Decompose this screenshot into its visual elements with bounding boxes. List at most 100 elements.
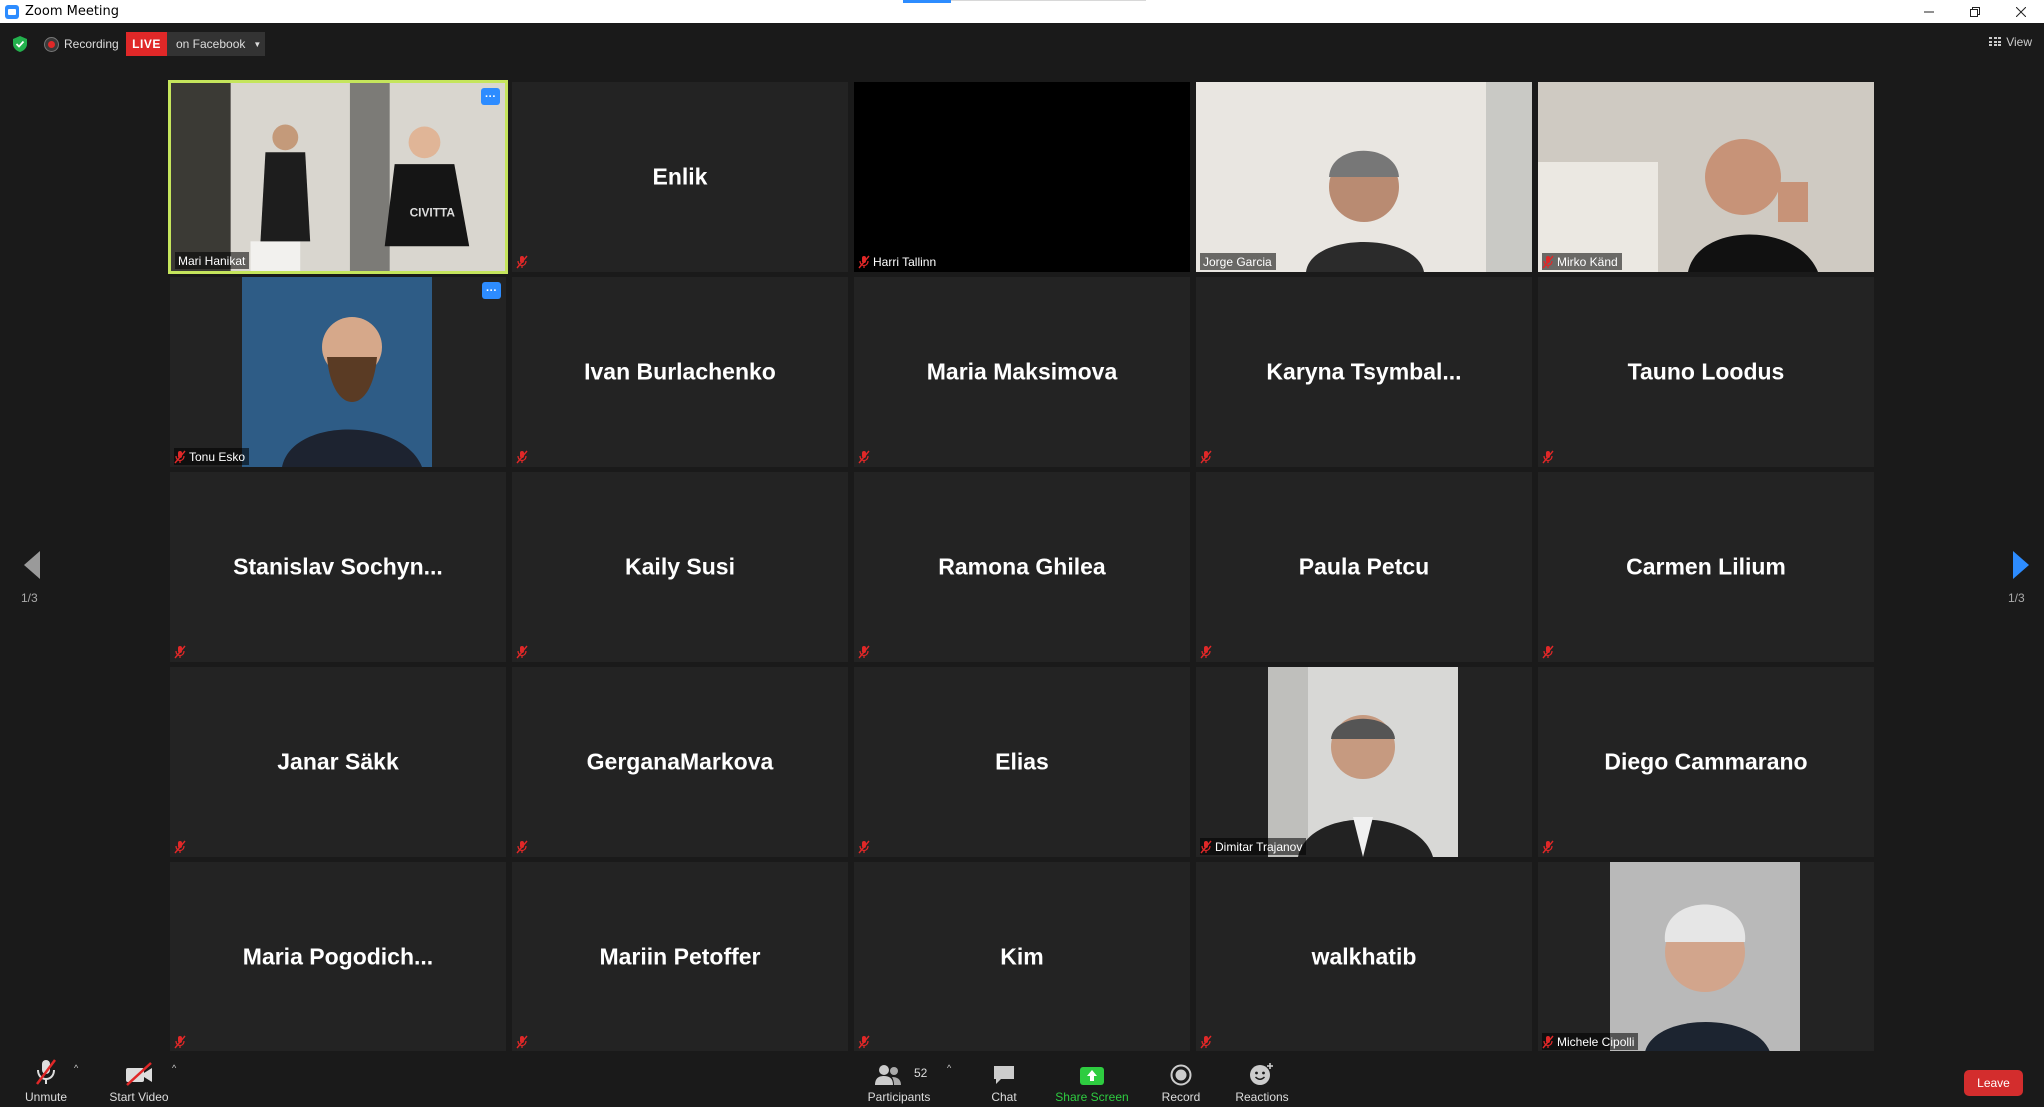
participant-tile[interactable]: Paula Petcu bbox=[1196, 472, 1532, 662]
participant-tile[interactable]: Dimitar Trajanov bbox=[1196, 667, 1532, 857]
participant-tile[interactable]: Kim bbox=[854, 862, 1190, 1052]
participant-tile[interactable]: Tonu Esko ··· bbox=[170, 277, 506, 467]
microphone-muted-icon bbox=[516, 645, 528, 658]
profile-photo bbox=[1268, 667, 1458, 857]
participant-label: Michele Cipolli bbox=[1542, 1033, 1639, 1050]
participant-name: Carmen Lilium bbox=[1626, 553, 1786, 580]
minimize-icon bbox=[1924, 11, 1934, 12]
next-page-arrow-icon[interactable] bbox=[2006, 549, 2036, 581]
participant-status bbox=[1200, 1033, 1216, 1050]
video-feed bbox=[1538, 82, 1874, 272]
participant-tile[interactable]: GerganaMarkova bbox=[512, 667, 848, 857]
participant-tile[interactable]: Enlik bbox=[512, 82, 848, 272]
participant-tile[interactable]: Tauno Loodus bbox=[1538, 277, 1874, 467]
chat-label: Chat bbox=[991, 1090, 1017, 1104]
minimize-button[interactable] bbox=[1906, 0, 1952, 23]
meeting-topbar: Recording LIVE on Facebook ▼ View bbox=[0, 23, 2044, 63]
meeting-toolbar: Unmute ^ Start Video ^ 52 Participants ^… bbox=[0, 1051, 2044, 1107]
chevron-down-icon: ▼ bbox=[253, 39, 262, 49]
close-icon bbox=[2016, 6, 2026, 17]
reactions-button[interactable]: Reactions bbox=[1234, 1051, 1290, 1107]
participant-label: Tonu Esko bbox=[174, 448, 250, 465]
participant-tile[interactable]: Michele Cipolli bbox=[1538, 862, 1874, 1052]
titlebar-divider bbox=[951, 0, 1146, 1]
video-options-caret-icon[interactable]: ^ bbox=[172, 1063, 176, 1073]
participant-tile[interactable]: Maria Pogodich... bbox=[170, 862, 506, 1052]
participant-tile[interactable]: Carmen Lilium bbox=[1538, 472, 1874, 662]
microphone-muted-icon bbox=[1200, 1035, 1212, 1048]
participant-tile[interactable]: Mariin Petoffer bbox=[512, 862, 848, 1052]
participant-name: Paula Petcu bbox=[1298, 553, 1430, 580]
microphone-muted-icon bbox=[174, 840, 186, 853]
titlebar-accent bbox=[903, 0, 951, 3]
start-video-label: Start Video bbox=[109, 1090, 169, 1104]
share-screen-icon bbox=[1080, 1067, 1104, 1085]
share-screen-button[interactable]: Share Screen bbox=[1054, 1051, 1130, 1107]
participant-tile[interactable]: Ivan Burlachenko bbox=[512, 277, 848, 467]
participant-name: walkhatib bbox=[1311, 943, 1417, 970]
participant-tile[interactable]: Elias bbox=[854, 667, 1190, 857]
chat-button[interactable]: Chat bbox=[984, 1051, 1024, 1107]
record-button[interactable]: Record bbox=[1160, 1051, 1202, 1107]
recording-label: Recording bbox=[64, 37, 119, 51]
record-label: Record bbox=[1161, 1090, 1201, 1104]
microphone-muted-icon bbox=[516, 450, 528, 463]
unmute-button[interactable]: Unmute bbox=[20, 1051, 72, 1107]
participant-tile[interactable]: CIVITTA Mari Hanikat ··· bbox=[168, 80, 508, 274]
participant-tile[interactable]: Diego Cammarano bbox=[1538, 667, 1874, 857]
more-options-button[interactable]: ··· bbox=[481, 88, 500, 105]
participant-name: Elias bbox=[995, 748, 1049, 775]
participant-tile[interactable]: Maria Maksimova bbox=[854, 277, 1190, 467]
view-label: View bbox=[2006, 35, 2032, 49]
more-options-button[interactable]: ··· bbox=[482, 282, 501, 299]
prev-page-number: 1/3 bbox=[21, 591, 38, 605]
view-button[interactable]: View bbox=[1989, 35, 2032, 49]
participant-status bbox=[858, 448, 874, 465]
participant-status bbox=[174, 838, 190, 855]
participant-label: Dimitar Trajanov bbox=[1200, 838, 1307, 855]
participant-tile[interactable]: Mirko Känd bbox=[1538, 82, 1874, 272]
audio-options-caret-icon[interactable]: ^ bbox=[74, 1063, 78, 1073]
profile-photo bbox=[242, 277, 432, 467]
microphone-muted-icon bbox=[1542, 255, 1554, 268]
live-destination-dropdown[interactable]: on Facebook ▼ bbox=[167, 32, 265, 56]
leave-button[interactable]: Leave bbox=[1964, 1070, 2023, 1096]
microphone-muted-icon bbox=[516, 840, 528, 853]
window-title: Zoom Meeting bbox=[25, 4, 120, 19]
window-controls bbox=[1906, 0, 2044, 23]
chat-icon bbox=[994, 1066, 1014, 1084]
participant-name-label: Dimitar Trajanov bbox=[1215, 839, 1303, 854]
participant-tile[interactable]: walkhatib bbox=[1196, 862, 1532, 1052]
participants-label: Participants bbox=[867, 1090, 931, 1104]
participant-name: Karyna Tsymbal... bbox=[1266, 358, 1462, 385]
recording-icon bbox=[45, 37, 58, 51]
live-badge: LIVE bbox=[126, 32, 167, 56]
participant-tile[interactable]: Ramona Ghilea bbox=[854, 472, 1190, 662]
participants-options-caret-icon[interactable]: ^ bbox=[947, 1063, 951, 1073]
start-video-button[interactable]: Start Video bbox=[104, 1051, 174, 1107]
participant-tile[interactable]: Karyna Tsymbal... bbox=[1196, 277, 1532, 467]
participant-tile[interactable]: Jorge Garcia bbox=[1196, 82, 1532, 272]
participant-tile[interactable]: Stanislav Sochyn... bbox=[170, 472, 506, 662]
participant-name: Maria Pogodich... bbox=[242, 943, 434, 970]
participant-status bbox=[1542, 448, 1558, 465]
close-button[interactable] bbox=[1998, 0, 2044, 23]
participant-tile[interactable]: Harri Tallinn bbox=[854, 82, 1190, 272]
recording-indicator[interactable]: Recording bbox=[45, 34, 119, 54]
participants-button[interactable]: 52 Participants bbox=[862, 1051, 936, 1107]
participant-name: Ivan Burlachenko bbox=[584, 358, 776, 385]
video-feed bbox=[1196, 82, 1532, 272]
participant-tile[interactable]: Janar Säkk bbox=[170, 667, 506, 857]
live-destination-label: on Facebook bbox=[176, 37, 246, 51]
microphone-muted-icon bbox=[1542, 840, 1554, 853]
video-feed: CIVITTA bbox=[171, 83, 505, 271]
participant-status bbox=[174, 1033, 190, 1050]
security-shield-icon[interactable] bbox=[13, 36, 27, 52]
participant-tile[interactable]: Kaily Susi bbox=[512, 472, 848, 662]
restore-button[interactable] bbox=[1952, 0, 1998, 23]
microphone-muted-icon bbox=[1200, 840, 1212, 853]
participant-status bbox=[1200, 448, 1216, 465]
prev-page-arrow-icon[interactable] bbox=[17, 549, 47, 581]
participant-name: Kim bbox=[1000, 943, 1044, 970]
microphone-muted-icon bbox=[858, 840, 870, 853]
